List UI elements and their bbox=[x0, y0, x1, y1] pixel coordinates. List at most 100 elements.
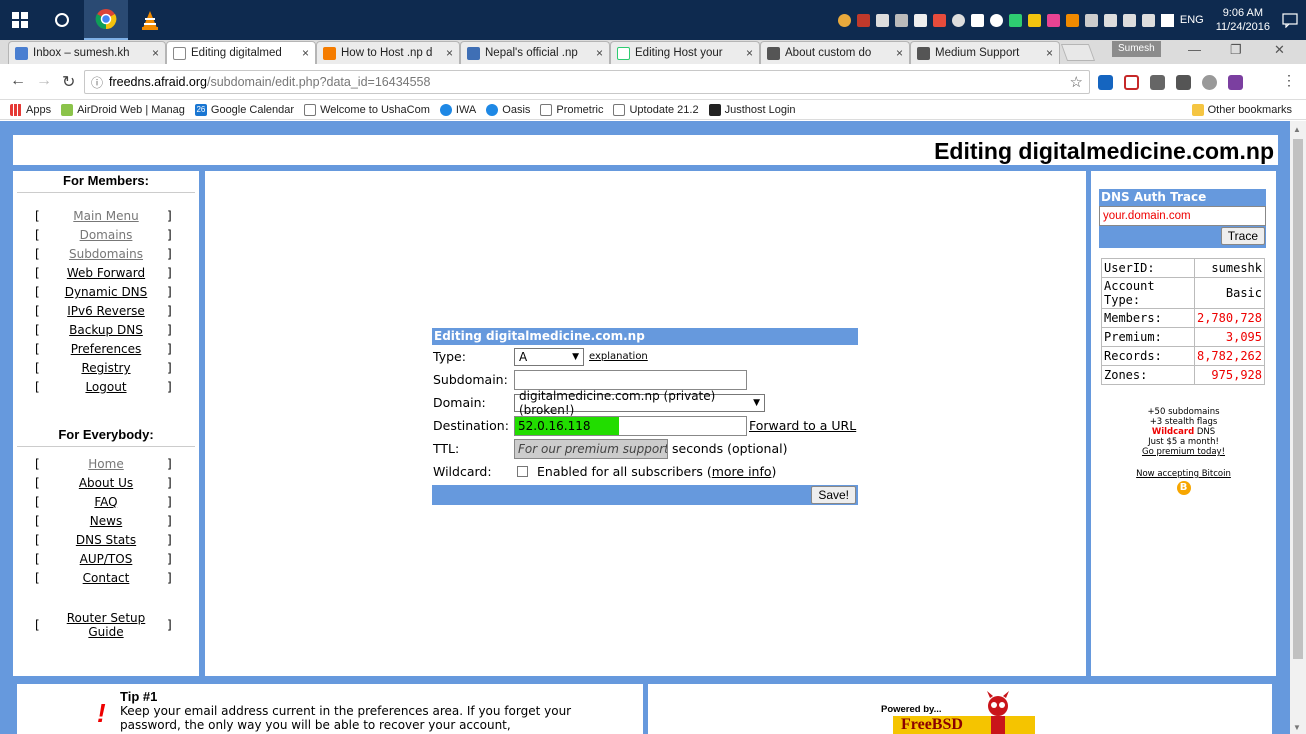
bookmark-prometric[interactable]: Prometric bbox=[540, 103, 603, 116]
tray-app-icon[interactable] bbox=[837, 13, 851, 27]
extension-icon[interactable] bbox=[1202, 75, 1217, 90]
back-arrow-icon[interactable]: ← bbox=[10, 72, 26, 90]
tab-medium-support[interactable]: Medium Support × bbox=[910, 41, 1060, 64]
home-link[interactable]: Home bbox=[88, 455, 123, 474]
subdomains-link[interactable]: Subdomains bbox=[69, 245, 143, 264]
restore-icon[interactable]: ❐ bbox=[1230, 42, 1242, 58]
ttl-input[interactable]: For our premium supporters bbox=[514, 438, 668, 459]
tab-close-icon[interactable]: × bbox=[302, 46, 309, 60]
tab-inbox[interactable]: Inbox – sumesh.kh × bbox=[8, 41, 166, 64]
tab-nepal-official[interactable]: Nepal's official .np × bbox=[460, 41, 610, 64]
wildcard-checkbox[interactable] bbox=[517, 466, 528, 477]
tab-about-custom-domains[interactable]: About custom do × bbox=[760, 41, 910, 64]
subdomain-input[interactable] bbox=[514, 369, 747, 390]
tray-app-icon[interactable] bbox=[894, 13, 908, 27]
bookmark-star-icon[interactable]: ☆ bbox=[1070, 73, 1083, 91]
bitcoin-link[interactable]: Now accepting Bitcoin bbox=[1136, 469, 1231, 479]
forward-arrow-icon[interactable]: → bbox=[36, 72, 52, 90]
scroll-down-icon[interactable]: ▼ bbox=[1293, 723, 1301, 732]
tray-app-icon[interactable] bbox=[932, 13, 946, 27]
news-link[interactable]: News bbox=[90, 512, 122, 531]
dns-stats-link[interactable]: DNS Stats bbox=[76, 531, 136, 550]
preferences-link[interactable]: Preferences bbox=[71, 340, 142, 359]
bookmark-airdroid[interactable]: AirDroid Web | Manag bbox=[61, 103, 185, 116]
tab-close-icon[interactable]: × bbox=[746, 46, 753, 60]
extension-icon[interactable] bbox=[1176, 75, 1191, 90]
bookmark-iwa[interactable]: IWA bbox=[439, 103, 476, 116]
web-forward-link[interactable]: Web Forward bbox=[67, 264, 145, 283]
trace-button[interactable]: Trace bbox=[1220, 227, 1265, 245]
backup-dns-link[interactable]: Backup DNS bbox=[69, 321, 143, 340]
tray-app-icon[interactable] bbox=[1046, 13, 1060, 27]
extension-icon[interactable] bbox=[1124, 75, 1139, 90]
registry-link[interactable]: Registry bbox=[81, 359, 130, 378]
bookmark-google-calendar[interactable]: 26 Google Calendar bbox=[194, 103, 294, 116]
forward-to-url-link[interactable]: Forward to a URL bbox=[749, 418, 856, 433]
tray-app-icon[interactable] bbox=[989, 13, 1003, 27]
bookmark-oasis[interactable]: Oasis bbox=[486, 103, 530, 116]
minimize-icon[interactable]: — bbox=[1188, 42, 1201, 57]
about-us-link[interactable]: About Us bbox=[79, 474, 133, 493]
dynamic-dns-link[interactable]: Dynamic DNS bbox=[65, 283, 148, 302]
tray-app-icon[interactable] bbox=[1027, 13, 1041, 27]
tray-app-icon[interactable] bbox=[1008, 13, 1022, 27]
chrome-menu-icon[interactable]: ⋮ bbox=[1282, 72, 1296, 89]
bookmark-ushacom[interactable]: Welcome to UshaCom bbox=[304, 103, 430, 116]
other-bookmarks[interactable]: Other bookmarks bbox=[1191, 103, 1292, 116]
profile-button[interactable]: Sumesh bbox=[1112, 41, 1161, 57]
network-icon[interactable] bbox=[1103, 13, 1117, 27]
tray-app-icon[interactable] bbox=[913, 13, 927, 27]
chrome-taskbar-button[interactable] bbox=[84, 0, 128, 40]
scrollbar-thumb[interactable] bbox=[1293, 139, 1303, 659]
main-menu-link[interactable]: Main Menu bbox=[73, 207, 138, 226]
tab-close-icon[interactable]: × bbox=[1046, 46, 1053, 60]
aup-tos-link[interactable]: AUP/TOS bbox=[80, 550, 133, 569]
tab-close-icon[interactable]: × bbox=[896, 46, 903, 60]
vlc-taskbar-button[interactable] bbox=[128, 0, 172, 40]
language-indicator[interactable]: ENG bbox=[1180, 14, 1204, 26]
close-window-icon[interactable]: ✕ bbox=[1274, 42, 1285, 58]
ipv6-reverse-link[interactable]: IPv6 Reverse bbox=[67, 302, 145, 321]
dns-trace-input[interactable]: your.domain.com bbox=[1099, 206, 1266, 226]
reload-icon[interactable]: ↻ bbox=[62, 72, 75, 92]
tab-close-icon[interactable]: × bbox=[152, 46, 159, 60]
new-tab-button[interactable] bbox=[1060, 44, 1096, 61]
tab-editing-digitalmedicine[interactable]: Editing digitalmed × bbox=[166, 41, 316, 64]
router-setup-guide-link[interactable]: Router Setup Guide bbox=[61, 611, 151, 639]
windows-start-button[interactable] bbox=[0, 0, 40, 40]
pen-icon[interactable] bbox=[1084, 13, 1098, 27]
tab-close-icon[interactable]: × bbox=[596, 46, 603, 60]
taskbar-clock[interactable]: 9:06 AM 11/24/2016 bbox=[1216, 6, 1270, 34]
mail-extension-icon[interactable] bbox=[1150, 75, 1165, 90]
destination-input[interactable]: 52.0.16.118 bbox=[514, 415, 747, 436]
logout-link[interactable]: Logout bbox=[85, 378, 126, 397]
cortana-search-button[interactable] bbox=[40, 0, 84, 40]
vertical-scrollbar[interactable]: ▲ ▼ bbox=[1290, 121, 1306, 734]
more-info-link[interactable]: more info bbox=[712, 464, 772, 479]
signature-icon[interactable] bbox=[1160, 13, 1174, 27]
info-icon[interactable]: ⓘ bbox=[91, 74, 103, 91]
tab-how-to-host[interactable]: How to Host .np d × bbox=[316, 41, 460, 64]
tray-app-icon[interactable] bbox=[951, 13, 965, 27]
bookmark-justhost[interactable]: Justhost Login bbox=[708, 103, 796, 116]
bookmark-apps[interactable]: Apps bbox=[10, 103, 51, 116]
go-premium-link[interactable]: Go premium today! bbox=[1142, 447, 1225, 457]
contact-link[interactable]: Contact bbox=[83, 569, 130, 588]
tray-vlc-icon[interactable] bbox=[1065, 13, 1079, 27]
tray-app-icon[interactable] bbox=[970, 13, 984, 27]
onenote-icon[interactable] bbox=[1228, 75, 1243, 90]
tab-editing-host[interactable]: Editing Host your × bbox=[610, 41, 760, 64]
extension-icon[interactable] bbox=[1098, 75, 1113, 90]
type-select[interactable]: A ▼ bbox=[514, 347, 584, 366]
volume-icon[interactable] bbox=[1141, 13, 1155, 27]
bitcoin-icon[interactable]: B bbox=[1176, 481, 1191, 495]
explanation-link[interactable]: explanation bbox=[589, 351, 648, 362]
bookmark-uptodate[interactable]: Uptodate 21.2 bbox=[613, 103, 699, 116]
scroll-up-icon[interactable]: ▲ bbox=[1293, 125, 1301, 134]
tray-app-icon[interactable] bbox=[875, 13, 889, 27]
domains-link[interactable]: Domains bbox=[80, 226, 133, 245]
notification-center-icon[interactable] bbox=[1282, 12, 1298, 28]
battery-icon[interactable] bbox=[1122, 13, 1136, 27]
tab-close-icon[interactable]: × bbox=[446, 46, 453, 60]
faq-link[interactable]: FAQ bbox=[94, 493, 117, 512]
